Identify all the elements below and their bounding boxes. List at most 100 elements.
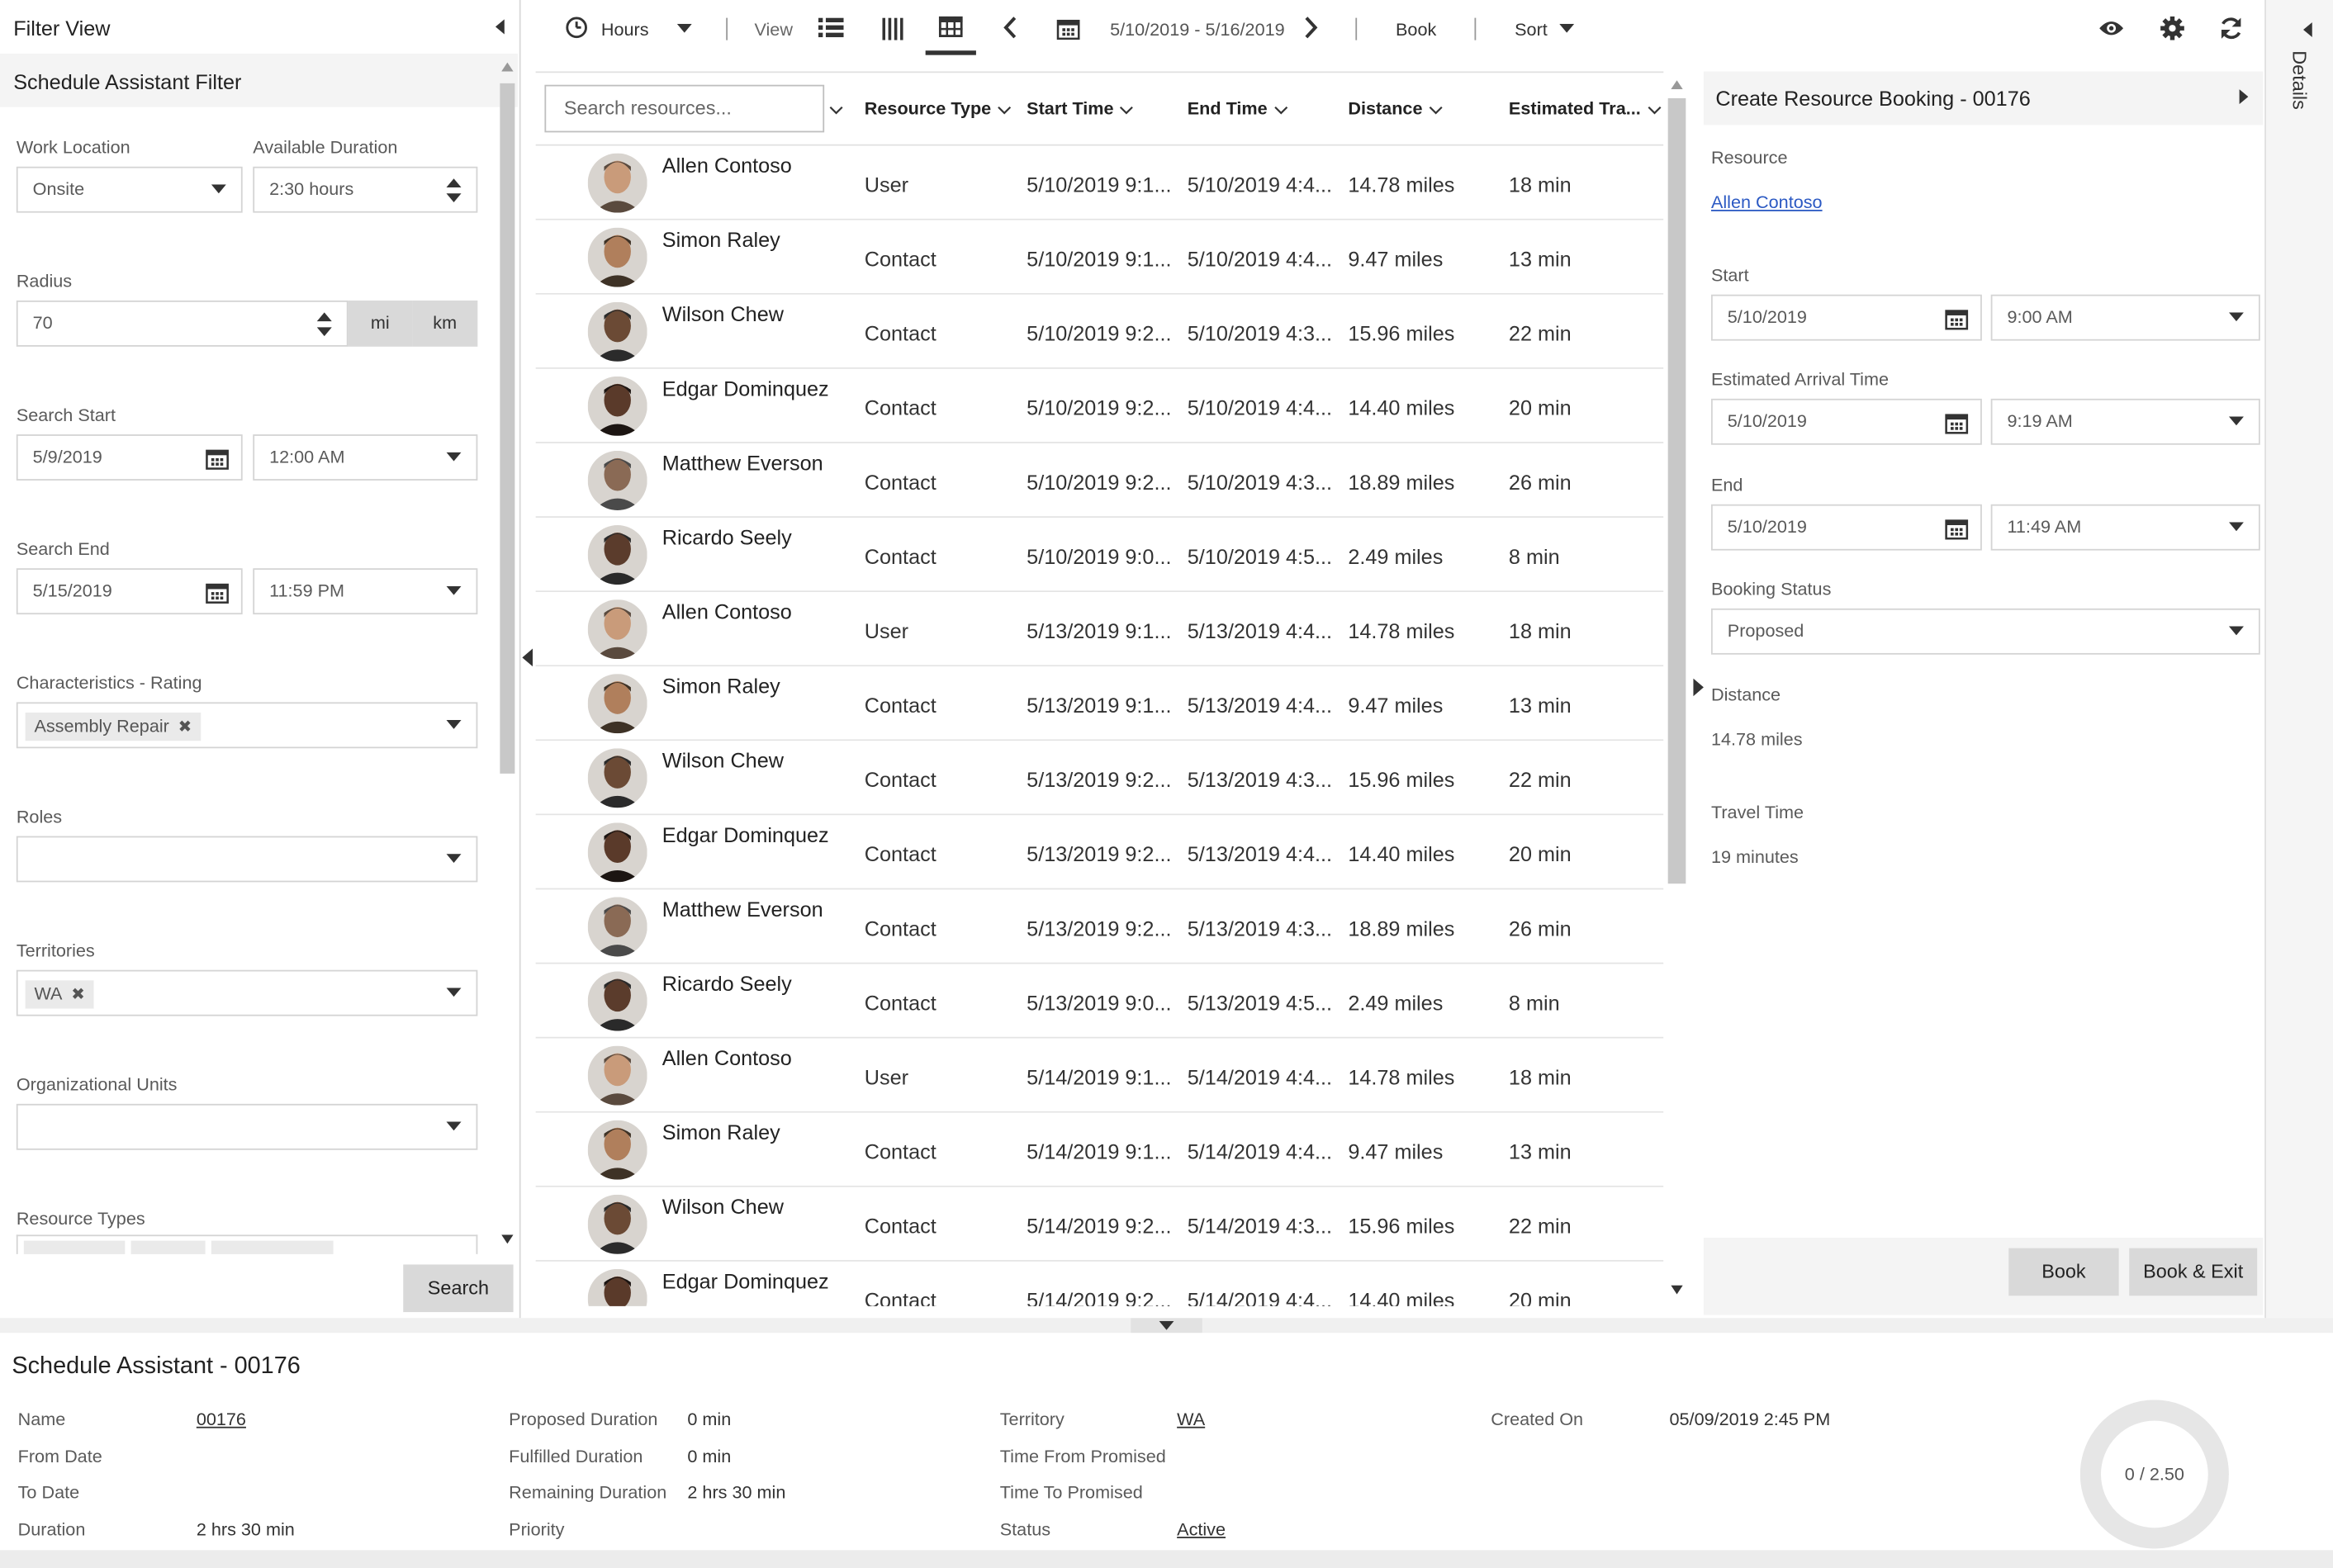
org-units-label: Organizational Units	[16, 1073, 178, 1096]
chevron-down-icon[interactable]	[829, 106, 844, 115]
resource-type-cell: Contact	[864, 544, 937, 569]
org-units-select[interactable]	[16, 1103, 478, 1150]
resource-name: Ricardo Seely	[661, 971, 792, 996]
table-row[interactable]: Allen Contoso User 5/13/2019 9:1... 5/13/20…	[535, 592, 1664, 667]
date-range[interactable]: 5/10/2019 - 5/16/2019	[1110, 19, 1285, 40]
book-toolbar-button[interactable]: Book	[1396, 19, 1436, 40]
travel-time-cell: 26 min	[1508, 916, 1572, 940]
table-row[interactable]: Matthew Everson Contact 5/13/2019 9:2... 5/…	[535, 889, 1664, 964]
remove-tag-icon[interactable]: ✖	[178, 718, 192, 737]
spinner-icon[interactable]	[446, 177, 462, 203]
hours-dropdown[interactable]: Hours	[601, 19, 649, 40]
resource-type-cell: Contact	[864, 916, 937, 940]
column-label: Estimated Tra...	[1508, 97, 1641, 120]
table-row[interactable]: Ricardo Seely Contact 5/13/2019 9:0... 5/13…	[535, 964, 1664, 1039]
collapse-filter-handle-icon[interactable]	[522, 648, 533, 667]
list-view-icon[interactable]	[818, 17, 844, 39]
next-icon[interactable]	[1303, 17, 1318, 39]
available-duration-input[interactable]: 2:30 hours	[253, 166, 478, 213]
calendar-icon[interactable]	[1945, 306, 1969, 330]
collapse-left-icon[interactable]	[494, 19, 505, 35]
calendar-icon[interactable]	[1945, 410, 1969, 434]
table-row[interactable]: Wilson Chew Contact 5/10/2019 9:2... 5/10/2…	[535, 294, 1664, 369]
work-location-select[interactable]: Onsite	[16, 166, 243, 213]
unit-km-button[interactable]: km	[412, 300, 478, 347]
book-button[interactable]: Book	[2008, 1248, 2119, 1296]
search-button[interactable]: Search	[403, 1264, 514, 1313]
chevron-down-icon[interactable]	[676, 23, 692, 33]
details-tab-label: Details	[2288, 50, 2312, 110]
eye-icon[interactable]	[2098, 19, 2124, 37]
start-time-value: 9:00 AM	[2007, 306, 2073, 328]
remove-tag-icon[interactable]: ✖	[71, 987, 85, 1005]
column-resource-type[interactable]: Resource Type	[865, 98, 1012, 119]
distance-cell: 18.89 miles	[1348, 470, 1455, 495]
search-start-date[interactable]: 5/9/2019	[16, 434, 243, 481]
calendar-icon[interactable]	[206, 447, 230, 471]
table-row[interactable]: Ricardo Seely Contact 5/10/2019 9:0... 5/10…	[535, 517, 1664, 593]
search-end-time[interactable]: 11:59 PM	[253, 568, 478, 615]
search-start-date-value: 5/9/2019	[32, 446, 102, 467]
status-link[interactable]: Active	[1177, 1519, 1226, 1540]
table-row[interactable]: Edgar Dominquez Contact 5/14/2019 9:2... 5/…	[535, 1261, 1664, 1306]
territories-select[interactable]: WA ✖	[16, 969, 478, 1016]
column-start-time[interactable]: Start Time	[1027, 98, 1135, 119]
chevron-down-icon[interactable]	[1559, 23, 1575, 33]
calendar-icon[interactable]	[206, 580, 230, 604]
horizontal-splitter[interactable]	[0, 1318, 2333, 1334]
end-time-select[interactable]: 11:49 AM	[1990, 504, 2260, 551]
table-row[interactable]: Simon Raley Contact 5/13/2019 9:1... 5/13/2…	[535, 666, 1664, 741]
search-start-time[interactable]: 12:00 AM	[253, 434, 478, 481]
column-end-time[interactable]: End Time	[1188, 98, 1288, 119]
resource-type-cell: Contact	[864, 470, 937, 495]
territory-link[interactable]: WA	[1177, 1409, 1205, 1429]
resource-name: Wilson Chew	[661, 748, 784, 773]
distance-value: 14.78 miles	[1710, 728, 1803, 751]
table-row[interactable]: Edgar Dominquez Contact 5/13/2019 9:2... 5/…	[535, 815, 1664, 890]
radius-input[interactable]: 70	[16, 300, 349, 347]
arrival-date-input[interactable]: 5/10/2019	[1710, 398, 1982, 445]
table-row[interactable]: Allen Contoso User 5/10/2019 9:1... 5/10/20…	[535, 145, 1664, 220]
gear-icon[interactable]	[2160, 16, 2184, 40]
details-side-tab[interactable]: Details	[2264, 0, 2333, 1319]
vertical-view-icon[interactable]	[882, 17, 903, 40]
table-view-icon[interactable]	[938, 16, 963, 38]
table-row[interactable]: Matthew Everson Contact 5/10/2019 9:2... 5/…	[535, 443, 1664, 518]
start-date-input[interactable]: 5/10/2019	[1710, 294, 1982, 341]
search-end-date[interactable]: 5/15/2019	[16, 568, 243, 615]
end-date-input[interactable]: 5/10/2019	[1710, 504, 1982, 551]
sort-dropdown[interactable]: Sort	[1515, 19, 1548, 40]
characteristics-select[interactable]: Assembly Repair ✖	[16, 702, 478, 749]
resource-link[interactable]: Allen Contoso	[1711, 192, 1823, 212]
column-estimated-travel[interactable]: Estimated Tra...	[1509, 98, 1662, 119]
resource-types-select[interactable]	[16, 1234, 478, 1254]
table-row[interactable]: Edgar Dominquez Contact 5/10/2019 9:2... 5/…	[535, 368, 1664, 443]
grid-scrollbar[interactable]	[1663, 74, 1690, 1309]
expand-details-icon[interactable]	[2303, 22, 2312, 38]
name-link[interactable]: 00176	[197, 1409, 246, 1429]
table-row[interactable]: Simon Raley Contact 5/14/2019 9:1... 5/14/2…	[535, 1112, 1664, 1187]
spinner-icon[interactable]	[316, 311, 332, 338]
book-and-exit-button[interactable]: Book & Exit	[2129, 1248, 2258, 1296]
table-row[interactable]: Wilson Chew Contact 5/13/2019 9:2... 5/13/2…	[535, 741, 1664, 816]
search-resources-input[interactable]: Search resources...	[544, 84, 825, 133]
chevron-down-icon	[446, 452, 462, 462]
calendar-icon[interactable]	[1056, 17, 1080, 40]
filter-scrollbar[interactable]	[497, 59, 518, 1249]
previous-icon[interactable]	[1003, 17, 1017, 39]
expand-booking-handle-icon[interactable]	[1693, 678, 1704, 697]
resource-type-cell: User	[864, 618, 909, 643]
booking-status-select[interactable]: Proposed	[1710, 608, 2260, 655]
collapse-right-icon[interactable]	[2239, 89, 2249, 105]
refresh-icon[interactable]	[2218, 17, 2244, 40]
table-row[interactable]: Simon Raley Contact 5/10/2019 9:1... 5/10/2…	[535, 220, 1664, 295]
arrival-time-select[interactable]: 9:19 AM	[1990, 398, 2260, 445]
time-from-promised-label: Time From Promised	[999, 1446, 1166, 1467]
table-row[interactable]: Wilson Chew Contact 5/14/2019 9:2... 5/14/2…	[535, 1187, 1664, 1262]
start-time-select[interactable]: 9:00 AM	[1990, 294, 2260, 341]
calendar-icon[interactable]	[1945, 516, 1969, 540]
unit-mi-button[interactable]: mi	[348, 300, 413, 347]
roles-select[interactable]	[16, 836, 478, 883]
table-row[interactable]: Allen Contoso User 5/14/2019 9:1... 5/14/20…	[535, 1038, 1664, 1113]
column-distance[interactable]: Distance	[1348, 98, 1443, 119]
